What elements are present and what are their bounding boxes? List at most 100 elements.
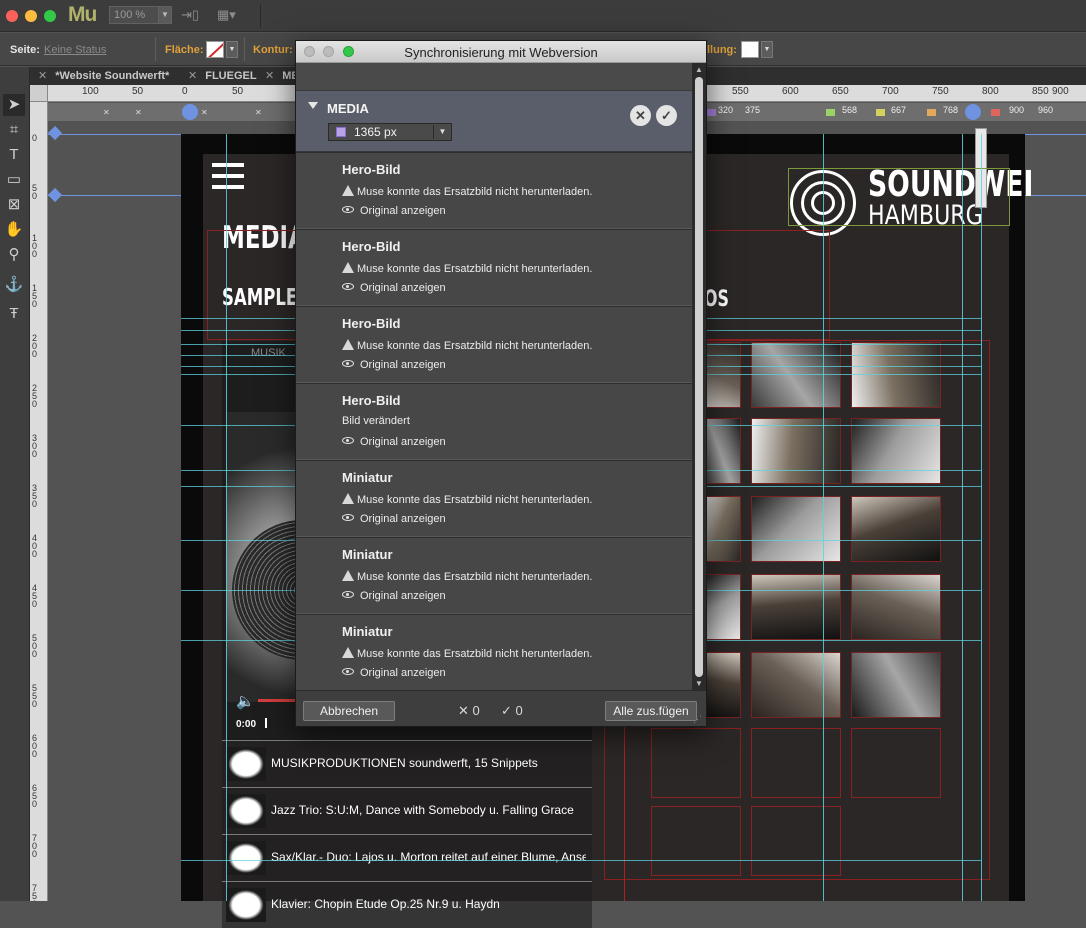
- sync-item[interactable]: Miniatur Muse konnte das Ersatzbild nicht…: [296, 537, 692, 614]
- media-section-header[interactable]: MEDIA 1365 px ▼ ✕ ✓: [296, 91, 692, 152]
- hamburger-menu-icon[interactable]: [212, 163, 244, 167]
- rectangle-tool-icon[interactable]: ▭: [3, 169, 25, 191]
- close-icon[interactable]: ✕: [103, 108, 110, 117]
- accept-all-button[interactable]: Alle zus.fügen: [605, 701, 697, 721]
- gallery-thumbnail[interactable]: [704, 574, 741, 640]
- minimize-window-button[interactable]: [25, 10, 37, 22]
- cancel-button[interactable]: Abbrechen: [303, 701, 395, 721]
- gallery-thumbnail[interactable]: [751, 418, 841, 484]
- show-original-link[interactable]: Original anzeigen: [342, 359, 446, 371]
- current-breakpoint-marker[interactable]: [965, 104, 981, 120]
- gallery-thumbnail[interactable]: [851, 418, 941, 484]
- close-icon[interactable]: ✕: [201, 108, 208, 117]
- sync-item[interactable]: Miniatur Muse konnte das Ersatzbild nicht…: [296, 614, 692, 690]
- sync-item[interactable]: Hero-Bild Muse konnte das Ersatzbild nich…: [296, 306, 692, 383]
- gallery-thumbnail[interactable]: [751, 342, 841, 408]
- vertical-ruler[interactable]: 0 50 100 150 200 250 300 350 400 450 500…: [30, 102, 48, 901]
- breakpoint-label[interactable]: 900: [1009, 105, 1024, 115]
- show-original-link[interactable]: Original anzeigen: [342, 282, 446, 294]
- playlist-item[interactable]: MUSIKPRODUKTIONEN soundwerft, 15 Snippet…: [222, 740, 592, 787]
- breakpoint-marker[interactable]: [182, 104, 198, 120]
- accept-all-section-button[interactable]: ✓: [656, 105, 677, 126]
- gallery-thumbnail[interactable]: [851, 652, 941, 718]
- tab-fluegel[interactable]: ✕ FLUEGEL: [188, 67, 257, 85]
- sync-item-list[interactable]: MEDIA 1365 px ▼ ✕ ✓ Hero-Bild Muse konnte…: [296, 91, 692, 690]
- page-view-icon[interactable]: ⇥▯: [181, 7, 199, 23]
- hand-tool-icon[interactable]: ✋: [3, 219, 25, 241]
- fill-dropdown-arrow[interactable]: ▼: [226, 41, 238, 58]
- breakpoint-flag[interactable]: [707, 109, 716, 116]
- close-tab-icon[interactable]: ✕: [265, 70, 274, 82]
- gallery-thumbnail[interactable]: [704, 652, 741, 718]
- gallery-thumbnail[interactable]: [751, 496, 841, 562]
- close-tab-icon[interactable]: ✕: [188, 70, 197, 82]
- gallery-placeholder[interactable]: [751, 728, 841, 798]
- volume-icon[interactable]: 🔈: [236, 692, 255, 710]
- collapse-caret-icon[interactable]: [308, 102, 318, 109]
- dialog-scrollbar[interactable]: ▲ ▼: [692, 63, 706, 690]
- text-tool-icon[interactable]: T: [3, 144, 25, 166]
- show-original-link[interactable]: Original anzeigen: [342, 513, 446, 525]
- resize-grip-icon[interactable]: ⋰: [693, 714, 702, 725]
- logo-frame[interactable]: [788, 168, 1010, 226]
- gallery-thumbnail[interactable]: [851, 574, 941, 640]
- breakpoint-flag[interactable]: [991, 109, 1000, 116]
- close-tab-icon[interactable]: ✕: [38, 70, 47, 82]
- reject-all-button[interactable]: ✕: [630, 105, 651, 126]
- breakpoint-select[interactable]: 1365 px ▼: [328, 123, 452, 141]
- zoom-level-field[interactable]: 100 %: [109, 6, 159, 24]
- fill-swatch[interactable]: [206, 41, 224, 58]
- stroke-label[interactable]: Kontur:: [253, 44, 293, 56]
- gallery-thumbnail[interactable]: [851, 496, 941, 562]
- hamburger-menu-icon[interactable]: [212, 174, 244, 178]
- show-original-link[interactable]: Original anzeigen: [342, 436, 446, 448]
- gallery-thumbnail[interactable]: [704, 496, 741, 562]
- playhead[interactable]: [265, 718, 267, 728]
- zoom-window-button[interactable]: [44, 10, 56, 22]
- breakpoint-flag[interactable]: [876, 109, 885, 116]
- scroll-down-icon[interactable]: ▼: [695, 679, 703, 688]
- tab-media[interactable]: ✕ ME: [265, 67, 299, 85]
- selection-tool-icon[interactable]: ➤: [3, 94, 25, 116]
- show-original-link[interactable]: Original anzeigen: [342, 205, 446, 217]
- gallery-thumbnail[interactable]: [851, 342, 941, 408]
- fill-label[interactable]: Fläche:: [165, 44, 204, 56]
- volume-bar[interactable]: [258, 699, 298, 702]
- background-fill-swatch[interactable]: [741, 41, 759, 58]
- gallery-placeholder[interactable]: [651, 728, 741, 798]
- layout-view-icon[interactable]: ▦▾: [217, 7, 236, 23]
- dialog-titlebar[interactable]: Synchronisierung mit Webversion: [296, 41, 706, 63]
- sync-item[interactable]: Hero-Bild Muse konnte das Ersatzbild nich…: [296, 229, 692, 306]
- gallery-thumbnail[interactable]: [704, 342, 741, 408]
- breakpoint-label[interactable]: 568: [842, 105, 857, 115]
- gallery-thumbnail[interactable]: [751, 574, 841, 640]
- crop-tool-icon[interactable]: ⌗: [3, 119, 25, 141]
- breakpoint-label[interactable]: 375: [745, 105, 760, 115]
- scrollbar-thumb[interactable]: [695, 77, 703, 677]
- gallery-placeholder[interactable]: [851, 728, 941, 798]
- image-frame-tool-icon[interactable]: ⊠: [3, 194, 25, 216]
- breakpoint-label[interactable]: 667: [891, 105, 906, 115]
- page-status-value[interactable]: Keine Status: [44, 44, 106, 56]
- sync-item[interactable]: Hero-Bild Bild verändert Original anzeigen: [296, 383, 692, 460]
- close-icon[interactable]: ✕: [135, 108, 142, 117]
- breakpoint-label[interactable]: 768: [943, 105, 958, 115]
- show-original-link[interactable]: Original anzeigen: [342, 667, 446, 679]
- background-fill-label[interactable]: llung:: [707, 44, 737, 56]
- close-window-button[interactable]: [6, 10, 18, 22]
- gallery-placeholder[interactable]: [751, 806, 841, 876]
- tab-website-soundwerft[interactable]: ✕ *Website Soundwerft*: [38, 67, 169, 85]
- text-format-icon[interactable]: Ŧ: [3, 303, 25, 325]
- sync-item[interactable]: Miniatur Muse konnte das Ersatzbild nicht…: [296, 460, 692, 537]
- hamburger-menu-icon[interactable]: [212, 185, 244, 189]
- breakpoint-flag[interactable]: [927, 109, 936, 116]
- playlist-item[interactable]: Sax/Klar.- Duo: Lajos u. Morton reitet a…: [222, 834, 592, 881]
- gallery-placeholder[interactable]: [651, 806, 741, 876]
- anchor-icon[interactable]: ⚓: [3, 274, 25, 296]
- gallery-thumbnail[interactable]: [751, 652, 841, 718]
- background-fill-dropdown-arrow[interactable]: ▼: [761, 41, 773, 58]
- playlist-item[interactable]: Klavier: Chopin Etude Op.25 Nr.9 u. Hayd…: [222, 881, 592, 928]
- chevron-down-icon[interactable]: ▼: [433, 125, 451, 139]
- sync-item[interactable]: Hero-Bild Muse konnte das Ersatzbild nich…: [296, 152, 692, 229]
- gallery-thumbnail[interactable]: [704, 418, 741, 484]
